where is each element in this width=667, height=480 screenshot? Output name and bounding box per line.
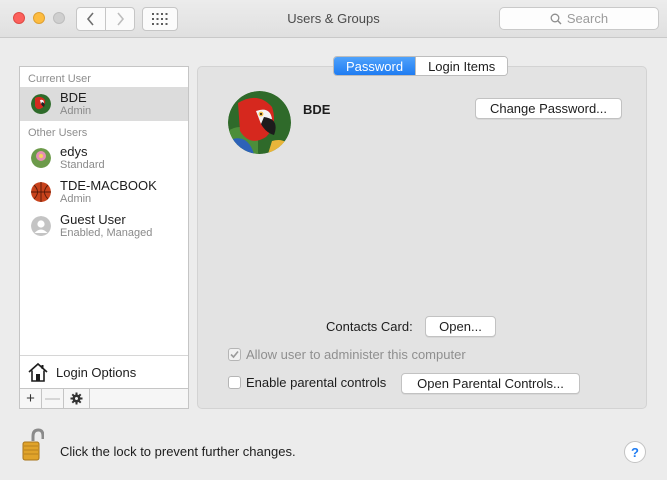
user-role: Standard bbox=[60, 159, 105, 171]
open-contacts-card-button[interactable]: Open... bbox=[425, 316, 496, 337]
gear-icon bbox=[70, 392, 83, 405]
title-bar: Users & Groups Search bbox=[0, 0, 667, 38]
house-icon bbox=[28, 362, 48, 382]
sidebar-user-edys[interactable]: edys Standard bbox=[20, 141, 188, 175]
user-name: Guest User bbox=[60, 212, 126, 227]
sidebar-toolbar: + — bbox=[20, 388, 188, 408]
remove-user-button[interactable]: — bbox=[42, 389, 64, 408]
allow-admin-option[interactable]: Allow user to administer this computer bbox=[228, 347, 466, 362]
person-silhouette-icon bbox=[31, 216, 51, 236]
allow-admin-label: Allow user to administer this computer bbox=[246, 347, 466, 362]
allow-admin-checkbox[interactable] bbox=[228, 348, 241, 361]
other-users-header: Other Users bbox=[28, 127, 88, 139]
lock-instruction-text: Click the lock to prevent further change… bbox=[60, 444, 296, 459]
users-groups-window: Users & Groups Search Current User BDE A… bbox=[0, 0, 667, 480]
parental-controls-label: Enable parental controls bbox=[246, 375, 387, 390]
search-field[interactable]: Search bbox=[499, 7, 659, 30]
search-placeholder: Search bbox=[566, 11, 609, 26]
contacts-card-label: Contacts Card: bbox=[326, 319, 413, 334]
sidebar-user-tde-macbook[interactable]: TDE-MACBOOK Admin bbox=[20, 175, 188, 209]
users-sidebar: Current User BDE Admin Other Users edys bbox=[19, 66, 189, 409]
sidebar-user-bde[interactable]: BDE Admin bbox=[20, 87, 188, 121]
parental-controls-checkbox[interactable] bbox=[228, 376, 241, 389]
basketball-icon bbox=[31, 182, 51, 202]
tab-password[interactable]: Password bbox=[334, 57, 416, 75]
change-password-button[interactable]: Change Password... bbox=[475, 98, 622, 119]
current-user-header: Current User bbox=[28, 73, 91, 85]
user-picture[interactable] bbox=[228, 91, 291, 154]
user-role: Admin bbox=[60, 105, 92, 117]
user-name: TDE-MACBOOK bbox=[60, 178, 157, 193]
parental-controls-option[interactable]: Enable parental controls bbox=[228, 375, 386, 390]
user-role: Admin bbox=[60, 193, 92, 205]
user-name: BDE bbox=[60, 90, 87, 105]
user-full-name: BDE bbox=[303, 102, 331, 117]
parrot-icon bbox=[31, 94, 51, 114]
lock-icon[interactable] bbox=[22, 428, 44, 462]
action-menu-button[interactable] bbox=[64, 389, 90, 408]
sidebar-user-guest[interactable]: Guest User Enabled, Managed bbox=[20, 209, 188, 243]
detail-tabs: Password Login Items bbox=[333, 56, 509, 76]
open-parental-controls-button[interactable]: Open Parental Controls... bbox=[401, 373, 580, 394]
login-options-label: Login Options bbox=[56, 364, 137, 380]
tab-login-items[interactable]: Login Items bbox=[415, 57, 508, 75]
login-options-item[interactable]: Login Options bbox=[20, 355, 188, 388]
add-user-button[interactable]: + bbox=[20, 389, 42, 408]
checkmark-icon bbox=[230, 350, 239, 359]
user-name: edys bbox=[60, 144, 88, 159]
user-role: Enabled, Managed bbox=[60, 227, 153, 239]
help-button[interactable]: ? bbox=[624, 441, 646, 463]
search-icon bbox=[550, 13, 562, 24]
flower-icon bbox=[31, 148, 51, 168]
